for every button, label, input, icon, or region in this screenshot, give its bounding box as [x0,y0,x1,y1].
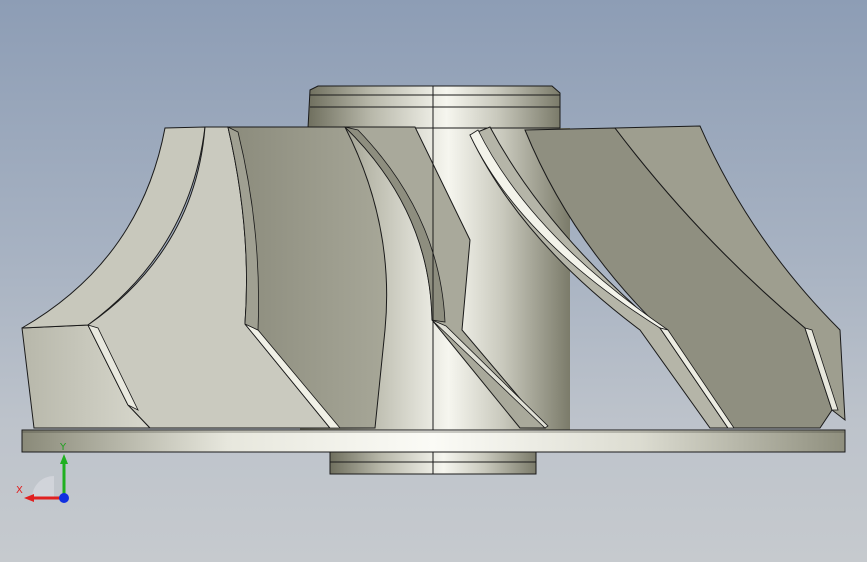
triad-y-label: Y [60,442,67,453]
base-disk[interactable] [21,429,846,453]
impeller-model[interactable] [0,0,867,562]
orientation-triad: X Y [10,440,80,510]
triad-x-label: X [16,485,23,496]
triad-axes-icon [24,454,69,503]
graphics-viewport[interactable]: X Y [0,0,867,562]
